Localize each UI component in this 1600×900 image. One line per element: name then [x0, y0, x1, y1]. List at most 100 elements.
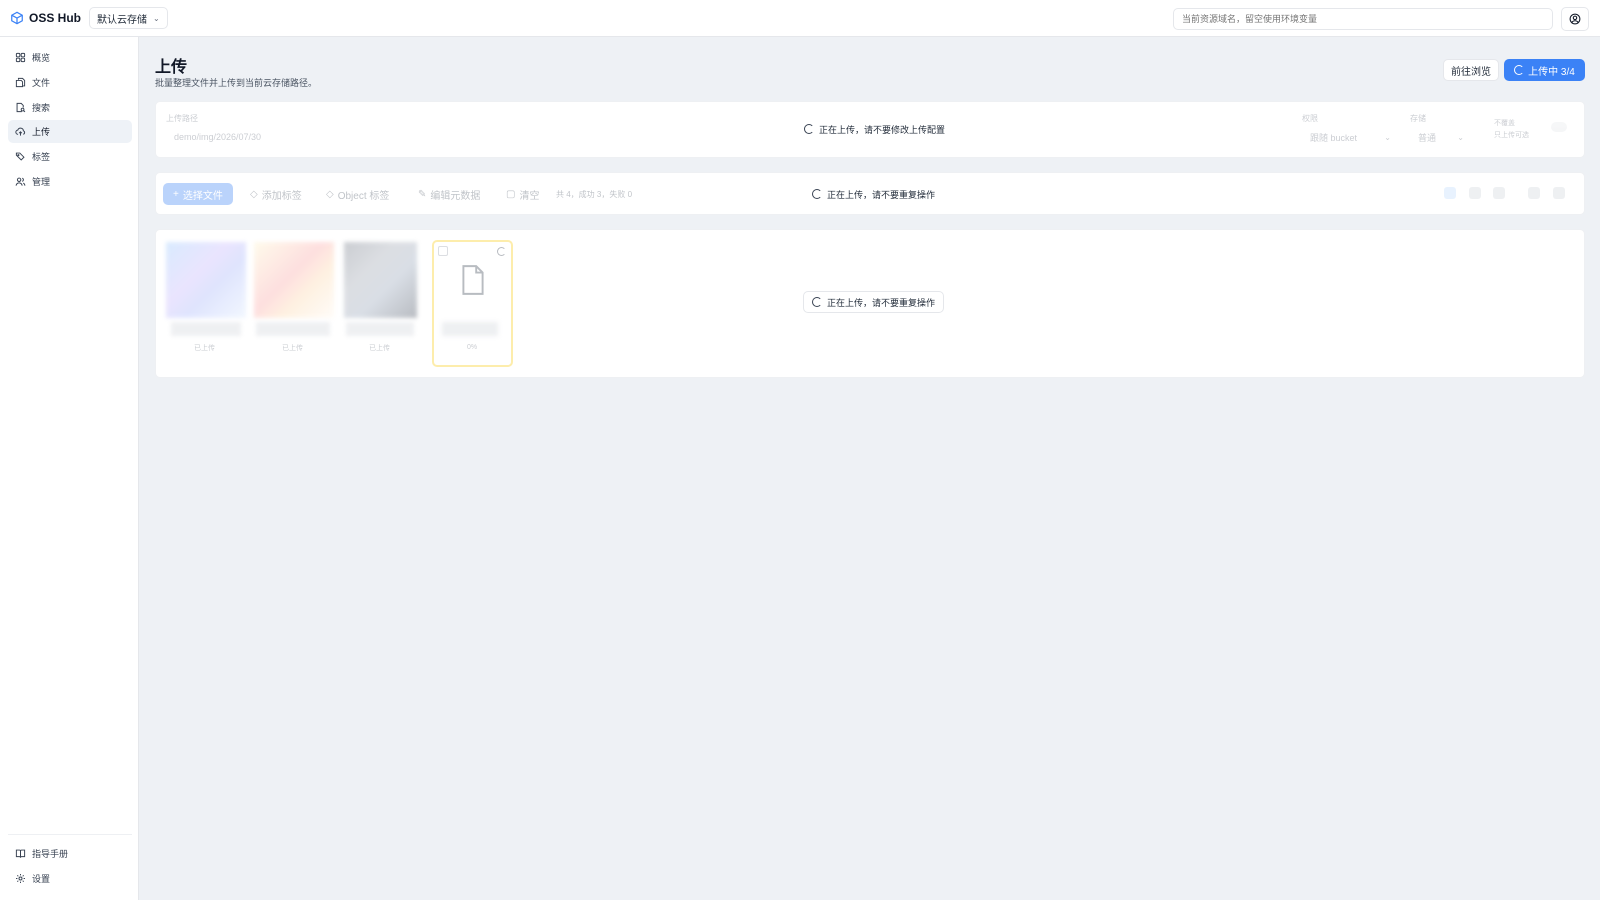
grid-view-icon[interactable] — [1553, 187, 1565, 199]
spinner-icon — [812, 297, 822, 307]
sidebar-item-files[interactable]: 文件 — [8, 71, 132, 94]
spinner-icon — [1514, 65, 1525, 75]
file-icon — [462, 265, 484, 295]
file-name-placeholder — [442, 322, 498, 336]
browse-button[interactable]: 前往浏览 — [1443, 59, 1499, 81]
user-button[interactable] — [1561, 7, 1589, 31]
config-overlay-text: 正在上传，请不要修改上传配置 — [819, 124, 946, 135]
storage-label: 存储 — [1410, 114, 1426, 123]
cube-icon — [11, 11, 23, 25]
brand[interactable]: OSS Hub — [10, 11, 81, 25]
object-tag-button[interactable]: ◇ Object 标签 — [326, 183, 389, 205]
upload-config-card: 上传路径 demo/img/2026/07/30 权限 跟随 bucket ⌄ 存… — [155, 101, 1585, 158]
object-tag-label: Object 标签 — [337, 190, 390, 202]
top-bar: OSS Hub 默认云存储 ⌄ — [0, 0, 1600, 37]
spinner-icon — [497, 247, 506, 256]
files-overlay: 正在上传，请不要重复操作 — [803, 291, 945, 313]
toolbar-card: + 选择文件 ◇ 添加标签 ◇ Object 标签 ✎ 编辑元数据 ▢ 清空 共 4，成… — [155, 172, 1585, 215]
bucket-select[interactable]: 默认云存储 ⌄ — [89, 7, 168, 29]
tags-icon — [15, 152, 25, 161]
file-thumbnail[interactable] — [254, 242, 334, 318]
overwrite-label: 不覆盖 — [1494, 120, 1515, 127]
chevron-down-icon: ⌄ — [1457, 132, 1464, 142]
file-thumbnail[interactable] — [166, 242, 246, 318]
file-name-placeholder — [256, 322, 330, 336]
sidebar-item-search[interactable]: 搜索 — [8, 96, 132, 119]
file-name-placeholder — [171, 322, 241, 336]
edit-metadata-button[interactable]: ✎ 编辑元数据 — [418, 183, 480, 205]
toolbar-overlay-text: 正在上传，请不要重复操作 — [827, 189, 936, 200]
domain-input[interactable] — [1173, 8, 1553, 30]
files-icon — [15, 77, 26, 88]
file-checkbox[interactable] — [438, 246, 448, 256]
add-tag-label: 添加标签 — [261, 190, 302, 202]
page-title: 上传 — [155, 59, 188, 76]
file-progress: 0% — [467, 344, 478, 351]
sidebar-item-label: 上传 — [32, 127, 51, 137]
list-view-icon[interactable] — [1528, 187, 1540, 199]
user-circle-icon — [1569, 13, 1581, 25]
file-name-placeholder — [346, 322, 414, 336]
select-files-button[interactable]: + 选择文件 — [163, 183, 233, 205]
gear-icon — [16, 874, 25, 883]
overwrite-toggle[interactable] — [1551, 122, 1567, 132]
add-tag-button[interactable]: ◇ 添加标签 — [250, 183, 302, 205]
trash-icon: ▢ — [506, 188, 516, 200]
view-large-icon[interactable] — [1493, 187, 1505, 199]
chevron-down-icon: ⌄ — [1384, 132, 1391, 142]
bucket-select-value: 默认云存储 — [97, 14, 148, 26]
sidebar-item-guide[interactable]: 指导手册 — [8, 842, 132, 865]
toolbar-overlay: 正在上传，请不要重复操作 — [804, 183, 944, 205]
view-medium-icon[interactable] — [1469, 187, 1481, 199]
sidebar-item-label: 设置 — [32, 874, 51, 884]
pencil-icon: ✎ — [418, 188, 427, 200]
path-label: 上传路径 — [166, 114, 198, 123]
sidebar: 概览 文件 搜索 上传 标签 管理 指导手册 设置 — [0, 37, 139, 900]
optional-label: 只上传可选 — [1494, 132, 1529, 139]
file-status: 已上传 — [369, 345, 390, 352]
sidebar-item-settings[interactable]: 设置 — [8, 867, 132, 890]
sidebar-item-upload[interactable]: 上传 — [8, 120, 132, 143]
permission-select-value: 跟随 bucket — [1310, 132, 1358, 143]
chevron-down-icon: ⌄ — [153, 13, 160, 23]
browse-button-label: 前往浏览 — [1451, 66, 1491, 78]
path-input-value: demo/img/2026/07/30 — [174, 132, 262, 142]
permission-select[interactable]: 跟随 bucket ⌄ — [1302, 128, 1397, 146]
sidebar-item-label: 概览 — [32, 53, 51, 63]
uploading-button[interactable]: 上传中 3/4 — [1504, 59, 1585, 81]
sidebar-item-overview[interactable]: 概览 — [8, 46, 132, 69]
sidebar-item-label: 指导手册 — [32, 849, 69, 859]
spinner-icon — [804, 124, 814, 134]
search-file-icon — [16, 102, 26, 113]
cloud-upload-icon — [15, 127, 26, 136]
sidebar-item-manage[interactable]: 管理 — [8, 170, 132, 193]
clear-button[interactable]: ▢ 清空 — [506, 183, 539, 205]
storage-select[interactable]: 普通 ⌄ — [1410, 128, 1470, 146]
sidebar-item-tags[interactable]: 标签 — [8, 145, 132, 168]
config-overlay: 正在上传，请不要修改上传配置 — [796, 118, 1294, 140]
upload-summary: 共 4，成功 3，失败 0 — [556, 189, 633, 199]
select-files-label: 选择文件 — [182, 190, 223, 202]
edit-metadata-label: 编辑元数据 — [430, 190, 481, 202]
sidebar-item-label: 文件 — [32, 78, 51, 88]
spinner-icon — [812, 189, 822, 199]
users-icon — [15, 177, 26, 186]
view-small-icon[interactable] — [1444, 187, 1456, 199]
book-icon — [15, 849, 26, 858]
tag-icon: ◇ — [326, 188, 334, 200]
files-overlay-text: 正在上传，请不要重复操作 — [827, 297, 936, 308]
sidebar-divider — [8, 834, 132, 835]
tag-icon: ◇ — [250, 188, 258, 200]
files-card: 已上传 已上传 已上传 0% 正在上传，请不要重复操作 — [155, 229, 1585, 378]
file-card-uploading[interactable]: 0% — [432, 240, 513, 367]
grid-icon — [15, 52, 26, 63]
file-status: 已上传 — [194, 345, 215, 352]
storage-select-value: 普通 — [1418, 132, 1437, 143]
sidebar-item-label: 标签 — [32, 152, 51, 162]
uploading-button-label: 上传中 3/4 — [1528, 66, 1575, 78]
permission-label: 权限 — [1302, 114, 1318, 123]
file-thumbnail[interactable] — [344, 242, 417, 318]
brand-name: OSS Hub — [29, 11, 82, 25]
clear-label: 清空 — [519, 190, 540, 202]
file-status: 已上传 — [282, 345, 303, 352]
